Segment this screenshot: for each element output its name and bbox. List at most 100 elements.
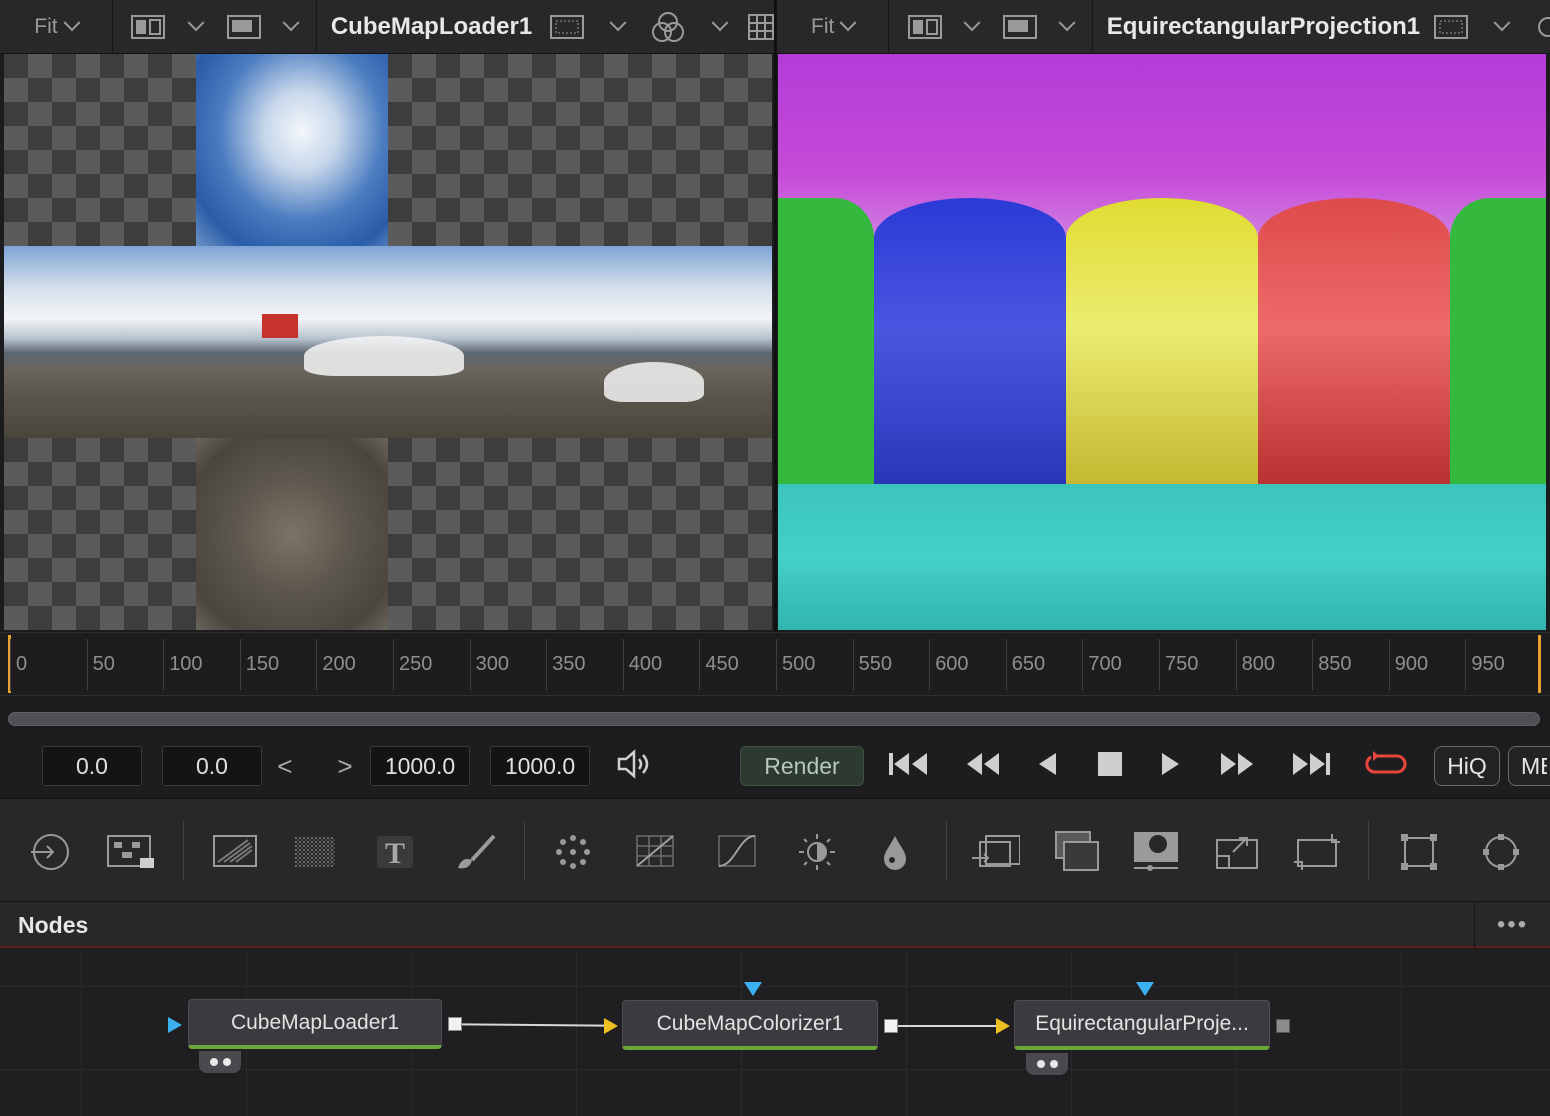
- global-start-field[interactable]: 0.0: [162, 746, 262, 786]
- ruler-tick: [469, 639, 471, 691]
- nodes-options-menu[interactable]: •••: [1474, 902, 1550, 948]
- time-ruler[interactable]: 0 50 100 150 200 250 300 350 400 450 500 550 600 650 7…: [0, 632, 1550, 696]
- node-view-indicators[interactable]: [199, 1051, 241, 1073]
- stop-icon: [1097, 751, 1123, 782]
- node-label: CubeMapLoader1: [230, 1010, 400, 1034]
- chevron-down-icon[interactable]: [711, 13, 729, 31]
- end-marker[interactable]: [1538, 635, 1541, 693]
- play-button[interactable]: [1154, 746, 1188, 786]
- ab-split-icon[interactable]: [907, 14, 942, 39]
- next-keyframe-button[interactable]: >: [332, 746, 358, 786]
- ruler-tick-label: 200: [322, 653, 356, 675]
- color-correct-icon[interactable]: [630, 829, 680, 875]
- chevron-down-icon: [63, 13, 81, 31]
- node-input-arrow[interactable]: [168, 1017, 182, 1033]
- left-viewer-header: Fit CubeMapLoader1: [0, 0, 774, 54]
- right-viewer[interactable]: [778, 54, 1546, 630]
- node-cubemaploader[interactable]: CubeMapLoader1: [188, 999, 442, 1049]
- loop-icon: [1363, 749, 1409, 784]
- ellipse-mask-icon[interactable]: [1476, 829, 1526, 875]
- ruler-tick: [546, 639, 548, 691]
- left-fit-dropdown[interactable]: Fit: [0, 0, 113, 54]
- curves-icon[interactable]: [712, 829, 762, 875]
- node-view-indicators[interactable]: [1026, 1053, 1068, 1075]
- left-viewer[interactable]: [4, 54, 772, 630]
- right-fit-dropdown[interactable]: Fit: [777, 0, 890, 54]
- time-scrollbar[interactable]: [8, 712, 1540, 726]
- ab-split-icon[interactable]: [131, 14, 166, 39]
- transform-icon[interactable]: [970, 829, 1020, 875]
- ruler-tick: [10, 639, 11, 691]
- global-end-field[interactable]: 1000.0: [490, 746, 590, 786]
- fast-forward-button[interactable]: [1212, 746, 1262, 786]
- ruler-tick-label: 0: [16, 653, 28, 675]
- motion-blur-button[interactable]: MB: [1508, 746, 1550, 786]
- chevron-down-icon[interactable]: [609, 13, 627, 31]
- background-icon[interactable]: [210, 829, 260, 875]
- node-mask-input-arrow[interactable]: [744, 982, 762, 996]
- chevron-down-icon[interactable]: [1058, 13, 1076, 31]
- goto-end-button[interactable]: [1286, 746, 1336, 786]
- color-channels-icon[interactable]: [1530, 10, 1550, 44]
- prev-keyframe-button[interactable]: <: [272, 746, 298, 786]
- blur-icon[interactable]: [870, 829, 920, 875]
- crop-icon[interactable]: [1292, 829, 1342, 875]
- grid-icon[interactable]: [747, 13, 774, 40]
- brightness-contrast-icon[interactable]: [792, 829, 842, 875]
- rewind-icon: [963, 750, 1003, 783]
- viewer-divider[interactable]: [774, 0, 777, 632]
- chevron-down-icon[interactable]: [963, 13, 981, 31]
- node-input-arrow[interactable]: [604, 1018, 618, 1034]
- hiq-button[interactable]: HiQ: [1434, 746, 1500, 786]
- dod-icon[interactable]: [550, 14, 585, 39]
- cube-face-top: [196, 54, 388, 246]
- node-output-port[interactable]: [1276, 1019, 1290, 1033]
- skip-to-end-icon: [1289, 750, 1333, 783]
- chevron-down-icon[interactable]: [1493, 13, 1511, 31]
- node-label: CubeMapColorizer1: [656, 1011, 844, 1035]
- snow-patch: [604, 362, 704, 402]
- transport-bar: 0.0 0.0 < > 1000.0 1000.0 Render HiQ MB: [0, 736, 1550, 798]
- ruler-tick-label: 950: [1471, 653, 1505, 675]
- motion-blur-label: MB: [1521, 752, 1547, 779]
- node-cubemapcolorizer[interactable]: CubeMapColorizer1: [622, 1000, 878, 1050]
- resize-icon[interactable]: [1212, 829, 1262, 875]
- goto-start-button[interactable]: [884, 746, 934, 786]
- stop-button[interactable]: [1090, 746, 1130, 786]
- node-mask-input-arrow[interactable]: [1136, 982, 1154, 996]
- render-start-field[interactable]: 0.0: [42, 746, 142, 786]
- ruler-tick: [1159, 639, 1160, 691]
- fast-noise-icon[interactable]: [290, 829, 340, 875]
- roi-icon[interactable]: [226, 14, 261, 39]
- text-icon[interactable]: T: [370, 829, 420, 875]
- color-band-bottom: [778, 484, 1546, 630]
- node-editor[interactable]: CubeMapLoader1 CubeMapColorizer1 Equirec…: [0, 949, 1550, 1116]
- roi-icon[interactable]: [1002, 14, 1037, 39]
- dod-icon[interactable]: [1434, 14, 1469, 39]
- node-output-port[interactable]: [884, 1019, 898, 1033]
- ruler-tick: [929, 639, 931, 691]
- node-output-port[interactable]: [448, 1017, 462, 1031]
- render-end-field[interactable]: 1000.0: [370, 746, 470, 786]
- merge-icon[interactable]: [1052, 829, 1102, 875]
- ruler-tick: [776, 639, 777, 691]
- audio-button[interactable]: [614, 746, 654, 786]
- nodes-panel-header: Nodes •••: [0, 902, 1550, 948]
- rewind-button[interactable]: [958, 746, 1008, 786]
- color-channels-icon[interactable]: [650, 10, 686, 44]
- particles-icon[interactable]: [548, 829, 598, 875]
- paint-icon[interactable]: [450, 829, 500, 875]
- chevron-down-icon[interactable]: [282, 13, 300, 31]
- chevron-down-icon[interactable]: [187, 13, 205, 31]
- merge-node-icon[interactable]: [106, 829, 156, 875]
- loader-icon[interactable]: [24, 829, 74, 875]
- fast-forward-icon: [1217, 750, 1257, 783]
- node-equirectangularprojection[interactable]: EquirectangularProje...: [1014, 1000, 1270, 1050]
- loop-button[interactable]: [1360, 746, 1412, 786]
- render-button[interactable]: Render: [740, 746, 864, 786]
- matte-icon[interactable]: [1132, 829, 1182, 875]
- node-input-arrow[interactable]: [996, 1018, 1010, 1034]
- play-reverse-button[interactable]: [1030, 746, 1064, 786]
- connection-wire: [461, 1023, 605, 1027]
- rectangle-mask-icon[interactable]: [1394, 829, 1444, 875]
